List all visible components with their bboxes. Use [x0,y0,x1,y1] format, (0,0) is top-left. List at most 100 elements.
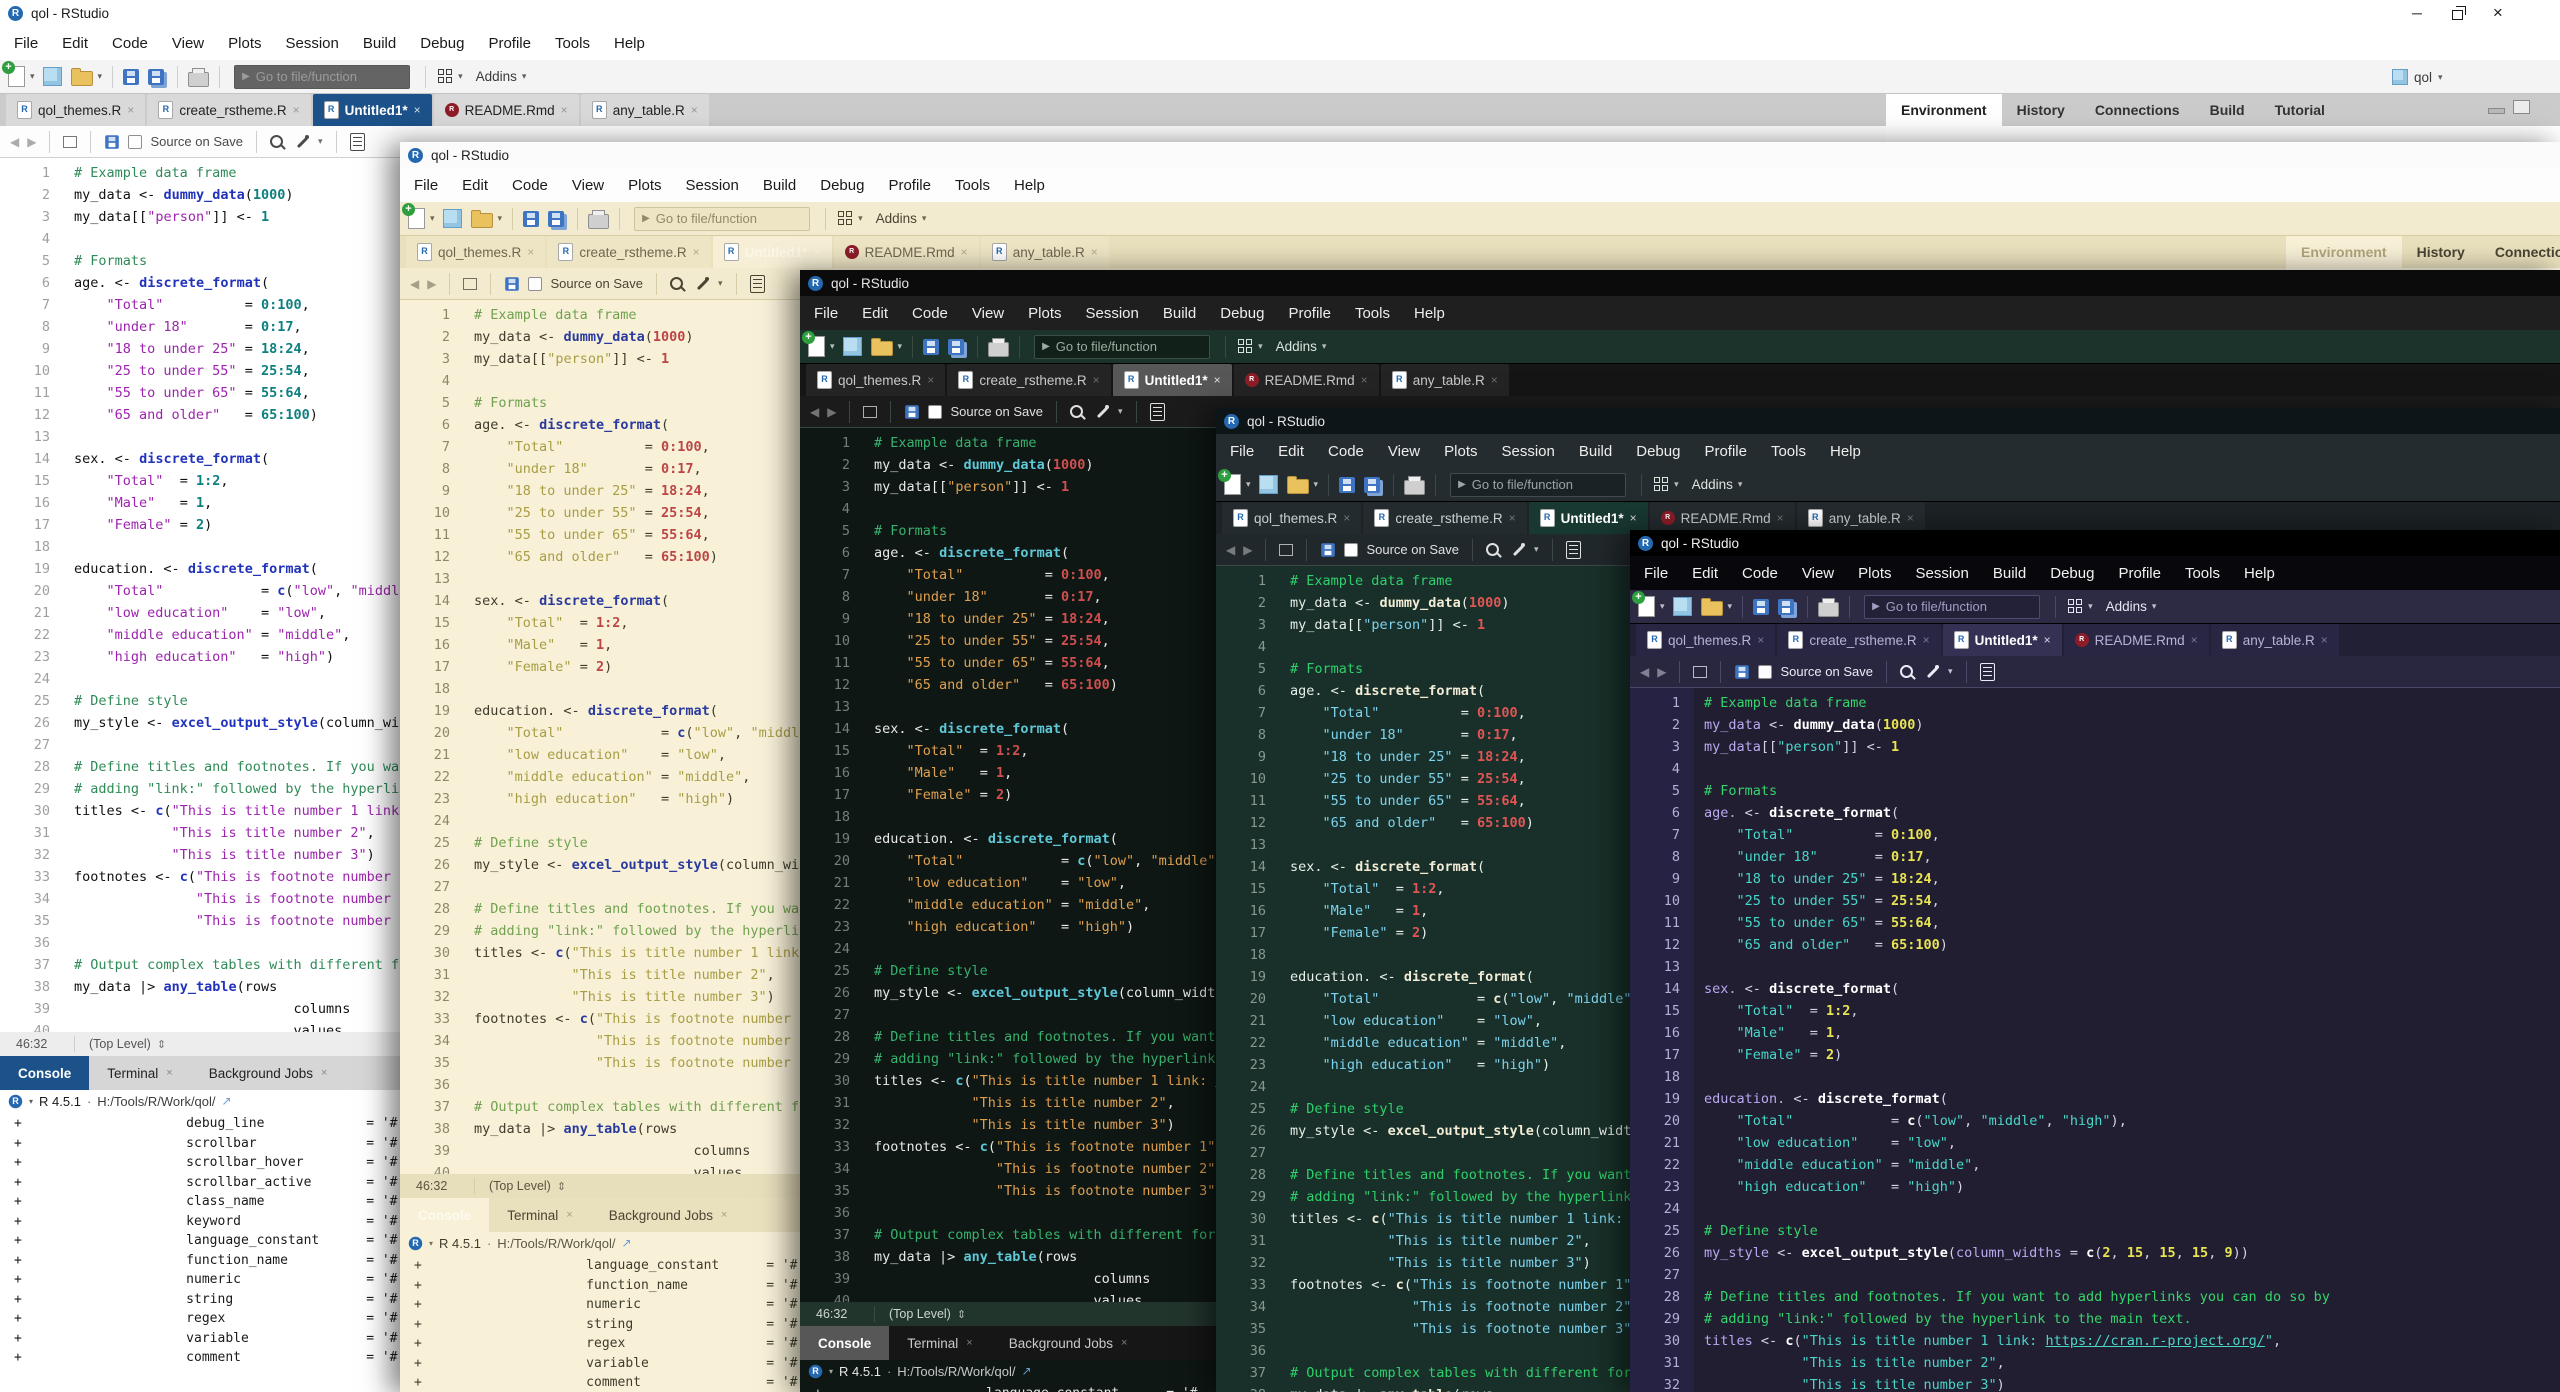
open-file-icon[interactable] [1701,601,1723,616]
console-tab-background-jobs[interactable]: Background Jobs× [991,1326,1146,1360]
source-on-save-checkbox[interactable] [128,135,142,149]
tab-close-icon[interactable]: × [1121,1337,1127,1349]
pane-tab-tutorial[interactable]: Tutorial [2260,94,2340,126]
menu-item-profile[interactable]: Profile [2106,565,2173,582]
tab-close-icon[interactable]: × [1491,373,1498,387]
menu-item-session[interactable]: Session [1490,443,1567,460]
file-tab-any-table-r[interactable]: Rany_table.R× [981,236,1109,268]
tab-close-icon[interactable]: × [293,103,300,117]
scope-updown-icon[interactable]: ⇕ [557,1180,566,1193]
open-file-icon[interactable] [871,341,893,356]
open-file-icon[interactable] [71,71,93,86]
save-icon[interactable] [106,135,120,149]
tab-close-icon[interactable]: × [527,245,534,259]
file-tab-create-rstheme-r[interactable]: Rcreate_rstheme.R× [947,364,1110,396]
new-file-caret-icon[interactable]: ▾ [1660,601,1665,612]
pane-tab-connections[interactable]: Connections [2080,94,2195,126]
tab-close-icon[interactable]: × [166,1067,172,1079]
file-tab-untitled1[interactable]: RUntitled1*× [713,236,832,268]
tab-close-icon[interactable]: × [1093,373,1100,387]
open-directory-icon[interactable]: ↗ [222,1094,232,1108]
addins-label[interactable]: Addins [1692,477,1733,492]
tab-close-icon[interactable]: × [1343,511,1350,525]
tab-close-icon[interactable]: × [1757,633,1764,647]
open-file-icon[interactable] [1287,479,1309,494]
save-all-icon[interactable] [1364,477,1380,493]
file-tab-untitled1[interactable]: RUntitled1*× [313,94,432,126]
panes-caret-icon[interactable]: ▾ [858,213,863,224]
tab-close-icon[interactable]: × [2044,633,2051,647]
menu-item-plots[interactable]: Plots [1846,565,1903,582]
tab-close-icon[interactable]: × [561,103,568,117]
tab-close-icon[interactable]: × [414,103,421,117]
tab-close-icon[interactable]: × [721,1209,727,1221]
forward-icon[interactable]: ▶ [27,135,36,149]
menu-item-file[interactable]: File [802,305,850,322]
code-tools-caret-icon[interactable]: ▾ [318,136,323,147]
addins-label[interactable]: Addins [876,211,917,226]
menu-item-file[interactable]: File [1218,443,1266,460]
file-tab-readme-rmd[interactable]: RREADME.Rmd× [834,236,979,268]
menu-item-build[interactable]: Build [751,177,808,194]
source-on-save-checkbox[interactable] [528,277,542,291]
save-icon[interactable] [506,277,520,291]
new-file-caret-icon[interactable]: ▾ [430,213,435,224]
back-icon[interactable]: ◀ [1226,543,1235,557]
save-icon[interactable] [523,211,539,227]
menu-item-file[interactable]: File [1632,565,1680,582]
menu-item-help[interactable]: Help [1818,443,1873,460]
open-file-caret-icon[interactable]: ▾ [898,341,903,352]
console-tab-console[interactable]: Console [400,1198,489,1232]
menu-item-view[interactable]: View [1790,565,1846,582]
back-icon[interactable]: ◀ [10,135,19,149]
menu-item-tools[interactable]: Tools [1759,443,1818,460]
pane-minimize-icon[interactable] [2488,108,2505,114]
file-tab-qol-themes-r[interactable]: Rqol_themes.R× [806,364,945,396]
print-icon[interactable] [188,72,209,87]
back-icon[interactable]: ◀ [1640,665,1649,679]
scope-updown-icon[interactable]: ⇕ [957,1308,966,1321]
panes-layout-icon[interactable] [2068,599,2083,614]
addins-caret-icon[interactable]: ▾ [1322,341,1327,352]
r-version-caret-icon[interactable]: ▾ [829,1367,833,1376]
open-file-caret-icon[interactable]: ▾ [98,71,103,82]
source-on-save-checkbox[interactable] [1344,543,1358,557]
console-tab-background-jobs[interactable]: Background Jobs× [591,1198,746,1232]
menu-item-code[interactable]: Code [1730,565,1790,582]
scope-selector[interactable]: (Top Level) [889,1307,951,1321]
save-all-icon[interactable] [948,339,964,355]
code-tools-caret-icon[interactable]: ▾ [718,278,723,289]
file-tab-qol-themes-r[interactable]: Rqol_themes.R× [1636,624,1775,656]
tab-close-icon[interactable]: × [1091,245,1098,259]
file-tab-untitled1[interactable]: RUntitled1*× [1113,364,1232,396]
forward-icon[interactable]: ▶ [1657,665,1666,679]
menu-item-plots[interactable]: Plots [616,177,673,194]
menu-item-session[interactable]: Session [274,35,351,52]
tab-close-icon[interactable]: × [2191,633,2198,647]
menu-item-plots[interactable]: Plots [216,35,273,52]
minimize-icon[interactable]: ─ [2412,5,2422,21]
file-tab-qol-themes-r[interactable]: Rqol_themes.R× [6,94,145,126]
find-replace-icon[interactable] [270,135,283,148]
new-project-icon[interactable] [43,67,62,86]
save-icon[interactable] [1339,477,1355,493]
console-tab-terminal[interactable]: Terminal× [89,1056,190,1090]
menu-item-session[interactable]: Session [1904,565,1981,582]
code-tools-icon[interactable] [695,276,710,291]
tab-close-icon[interactable]: × [321,1067,327,1079]
file-tab-untitled1[interactable]: RUntitled1*× [1943,624,2062,656]
project-selector[interactable]: qol▾ [2392,60,2443,94]
compile-report-icon[interactable] [750,275,765,293]
new-project-icon[interactable] [443,209,462,228]
tab-close-icon[interactable]: × [1509,511,1516,525]
panes-caret-icon[interactable]: ▾ [1674,479,1679,490]
tab-close-icon[interactable]: × [2321,633,2328,647]
print-icon[interactable] [988,342,1009,357]
save-all-icon[interactable] [1778,599,1794,615]
code-tools-caret-icon[interactable]: ▾ [1118,406,1123,417]
menu-item-plots[interactable]: Plots [1432,443,1489,460]
menu-item-debug[interactable]: Debug [808,177,876,194]
menu-item-view[interactable]: View [160,35,216,52]
menu-item-help[interactable]: Help [2232,565,2287,582]
menu-item-session[interactable]: Session [1074,305,1151,322]
